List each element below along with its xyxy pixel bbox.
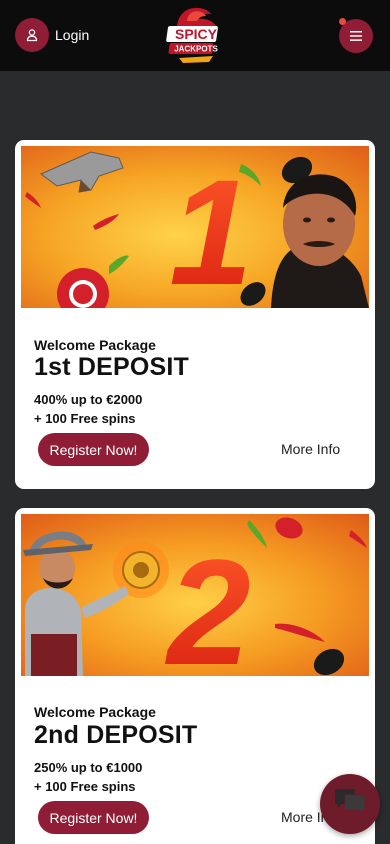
register-now-button[interactable]: Register Now! bbox=[38, 433, 149, 466]
promo-label: Welcome Package bbox=[34, 337, 156, 353]
menu-button[interactable] bbox=[339, 18, 373, 53]
promo-offer-line2: + 100 Free spins bbox=[34, 779, 136, 794]
live-chat-button[interactable] bbox=[320, 774, 380, 834]
promo-title: 1st DEPOSIT bbox=[34, 353, 190, 381]
notification-dot bbox=[339, 18, 346, 25]
user-icon bbox=[15, 18, 49, 52]
login-label: Login bbox=[55, 27, 90, 43]
promo-offer-line1: 400% up to €2000 bbox=[34, 392, 143, 407]
banner-number-2: 2 bbox=[164, 528, 250, 676]
login-button[interactable]: Login bbox=[15, 18, 89, 52]
promo-offer-line2: + 100 Free spins bbox=[34, 411, 136, 426]
more-info-link[interactable]: More Info bbox=[281, 441, 340, 457]
promo-banner-2: 2 bbox=[21, 514, 369, 676]
chat-icon bbox=[333, 788, 367, 821]
promo-title: 2nd DEPOSIT bbox=[34, 721, 198, 749]
register-now-button[interactable]: Register Now! bbox=[38, 801, 149, 834]
svg-text:JACKPOTS: JACKPOTS bbox=[174, 45, 218, 54]
promo-offer-line1: 250% up to €1000 bbox=[34, 760, 143, 775]
spicy-jackpots-logo[interactable]: SPICY JACKPOTS bbox=[165, 6, 227, 68]
promo-banner-1: 1 bbox=[21, 146, 369, 308]
top-header: Login SPICY JACKPOTS bbox=[0, 0, 390, 71]
svg-text:SPICY: SPICY bbox=[175, 26, 218, 42]
promo-card-1st-deposit: 1 Welcome Package 1st DEPOSIT 400% up to… bbox=[15, 140, 375, 489]
promo-label: Welcome Package bbox=[34, 704, 156, 720]
